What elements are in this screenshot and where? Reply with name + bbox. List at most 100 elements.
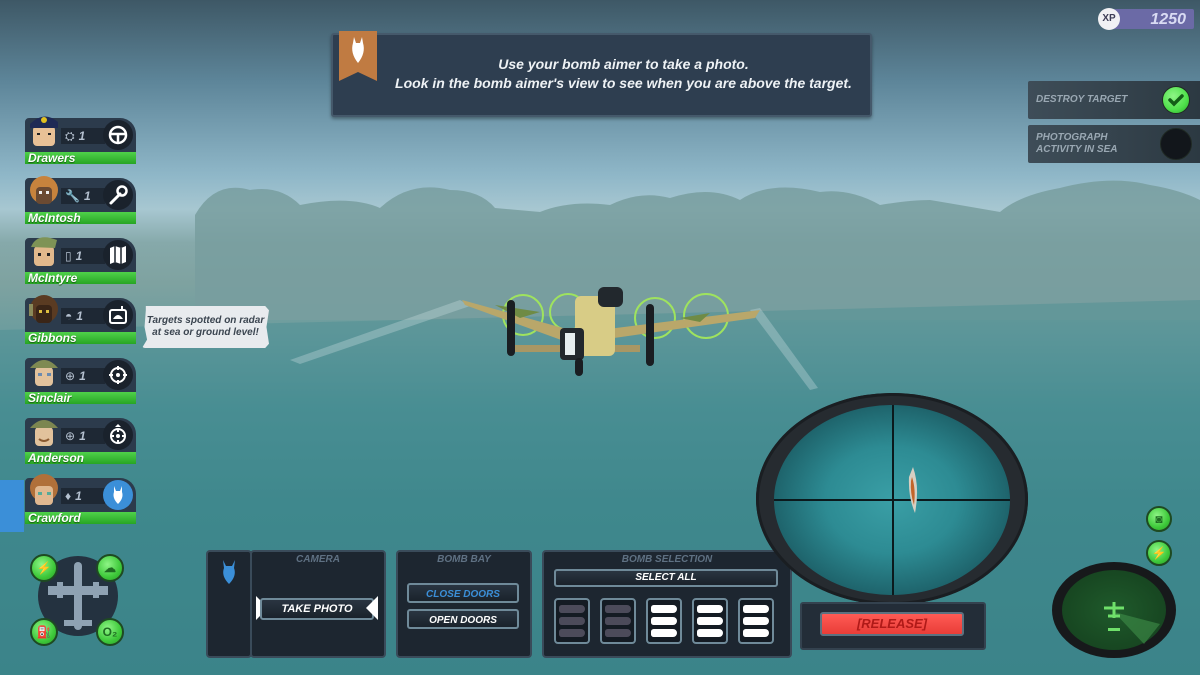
bomb-icon xyxy=(223,560,235,584)
take-photo-button[interactable]: TAKE PHOTO xyxy=(260,598,374,620)
navigator-avatar xyxy=(31,237,57,266)
crew-name: Crawford xyxy=(25,512,136,524)
radar-tooltip: Targets spotted on radar at sea or groun… xyxy=(142,306,269,348)
armor-icon[interactable]: ◙ xyxy=(1146,506,1172,532)
bomb-icon xyxy=(605,617,631,625)
crew-member-crawford[interactable]: ♦ 1 Crawford xyxy=(25,472,136,524)
bomb-bay-title: BOMB BAY xyxy=(437,554,491,565)
bomb-icon xyxy=(651,605,677,613)
objective-label: PHOTOGRAPH ACTIVITY IN SEA xyxy=(1036,132,1118,155)
radar-screen xyxy=(1062,570,1166,650)
bomb-icon xyxy=(605,605,631,613)
gunner-avatar xyxy=(30,420,58,446)
crew-skill-level: ⊕ 1 xyxy=(61,368,105,384)
crew-skill-level: ⊕ 1 xyxy=(61,428,105,444)
crew-name: McIntosh xyxy=(25,212,136,224)
bomb-icon: ♦ xyxy=(65,489,72,503)
crew-skill-level: ◓ 1 xyxy=(61,308,105,324)
crew-member-drawers[interactable]: ⛭ 1 Drawers xyxy=(25,112,136,164)
xp-badge: XP xyxy=(1098,8,1120,30)
bomb-slot[interactable] xyxy=(646,598,682,644)
crew-name: Gibbons xyxy=(25,332,136,344)
bomb-icon xyxy=(697,605,723,613)
crew-name: Drawers xyxy=(25,152,136,164)
bomb-icon xyxy=(697,629,723,637)
wrench-icon: 🔧 xyxy=(65,189,80,203)
selector-arrow-right-icon xyxy=(366,596,378,620)
crew-skill-level: ⛭ 1 xyxy=(61,128,105,144)
plane-status-widget: ⚡ ☁ ⛽ O₂ xyxy=(30,548,126,646)
crosshair-horizontal xyxy=(774,499,1010,501)
engineer-avatar xyxy=(30,176,58,204)
oxygen-icon[interactable]: O₂ xyxy=(96,618,124,646)
bomb-slot[interactable] xyxy=(738,598,774,644)
radar-icon[interactable] xyxy=(103,300,133,330)
release-button[interactable]: [RELEASE] xyxy=(820,612,964,636)
crew-name: Anderson xyxy=(25,452,136,464)
pilot-avatar xyxy=(30,116,58,146)
bomb-icon xyxy=(559,629,585,637)
crew-selected-indicator xyxy=(0,480,24,532)
objective-label: DESTROY TARGET xyxy=(1036,94,1128,105)
crew-member-gibbons[interactable]: ◓ 1 Gibbons xyxy=(25,292,136,344)
radio-operator-avatar xyxy=(29,295,58,323)
camera-panel: CAMERA TAKE PHOTO xyxy=(250,550,386,658)
crew-member-mcintosh[interactable]: 🔧 1 McIntosh xyxy=(25,172,136,224)
bomb-selection-panel: BOMB SELECTION SELECT ALL xyxy=(542,550,792,658)
bomb-icon xyxy=(651,617,677,625)
crew-skill-level: 🔧 1 xyxy=(61,188,105,204)
hint-line-1: Use your bomb aimer to take a photo. xyxy=(498,56,749,72)
bomb-icon[interactable] xyxy=(103,480,133,510)
bomb-slot[interactable] xyxy=(692,598,728,644)
release-frame: [RELEASE] xyxy=(800,602,986,650)
gunner-avatar xyxy=(30,360,58,386)
map-icon[interactable] xyxy=(103,240,133,270)
close-doors-button[interactable]: CLOSE DOORS xyxy=(407,583,519,603)
bomb-icon xyxy=(743,629,769,637)
radar-minimap xyxy=(1052,562,1176,658)
power-icon[interactable]: ⚡ xyxy=(30,554,58,582)
crew-skill-level: ▯ 1 xyxy=(61,248,105,264)
select-all-button[interactable]: SELECT ALL xyxy=(554,569,778,587)
bomb-aimer-role-tab xyxy=(206,550,252,658)
fuel-icon[interactable]: ⛽ xyxy=(30,618,58,646)
hint-line-2: Look in the bomb aimer's view to see whe… xyxy=(395,75,852,91)
power-icon[interactable]: ⚡ xyxy=(1146,540,1172,566)
bomb-icon xyxy=(559,617,585,625)
camera-title: CAMERA xyxy=(296,554,340,565)
crew-member-mcintyre[interactable]: ▯ 1 McIntyre xyxy=(25,232,136,284)
xp-bar: 1250 xyxy=(1108,9,1194,29)
bomb-bay-panel: BOMB BAY CLOSE DOORS OPEN DOORS xyxy=(396,550,532,658)
wrench-icon[interactable] xyxy=(103,180,133,210)
bomb-slot[interactable] xyxy=(554,598,590,644)
target-ship-icon xyxy=(908,467,918,513)
turret-crosshair-icon[interactable] xyxy=(103,420,133,450)
bomb-selection-title: BOMB SELECTION xyxy=(621,554,713,565)
bomb-sight-scope xyxy=(756,393,1028,605)
steering-wheel-icon[interactable] xyxy=(103,120,133,150)
xp-value: 1250 xyxy=(1150,11,1186,28)
map-icon: ▯ xyxy=(65,249,72,263)
bomb-icon xyxy=(651,629,677,637)
radar-sweep xyxy=(1114,612,1160,644)
crosshair-icon[interactable] xyxy=(103,360,133,390)
crosshair-icon: ⊕ xyxy=(65,369,76,383)
open-doors-button[interactable]: OPEN DOORS xyxy=(407,609,519,629)
xp-counter: 1250 XP xyxy=(1098,8,1194,30)
steering-wheel-icon: ⛭ xyxy=(65,128,75,143)
objective-complete-check-icon xyxy=(1162,86,1190,114)
bomb-icon xyxy=(743,605,769,613)
fire-extinguisher-icon[interactable]: ☁ xyxy=(96,554,124,582)
clouds xyxy=(195,180,1200,320)
crosshair-icon: ⊕ xyxy=(65,429,76,443)
bomb-slot[interactable] xyxy=(600,598,636,644)
crew-member-anderson[interactable]: ⊕ 1 Anderson xyxy=(25,412,136,464)
bomb-aimer-avatar xyxy=(30,474,58,505)
mission-hint-text: Use your bomb aimer to take a photo. Loo… xyxy=(383,55,864,93)
objective-photograph-activity: PHOTOGRAPH ACTIVITY IN SEA xyxy=(1028,125,1200,163)
objective-incomplete-circle-icon xyxy=(1160,128,1192,160)
radar-icon: ◓ xyxy=(65,309,73,323)
crew-name: McIntyre xyxy=(25,272,136,284)
crew-skill-level: ♦ 1 xyxy=(61,488,105,504)
crew-member-sinclair[interactable]: ⊕ 1 Sinclair xyxy=(25,352,136,404)
